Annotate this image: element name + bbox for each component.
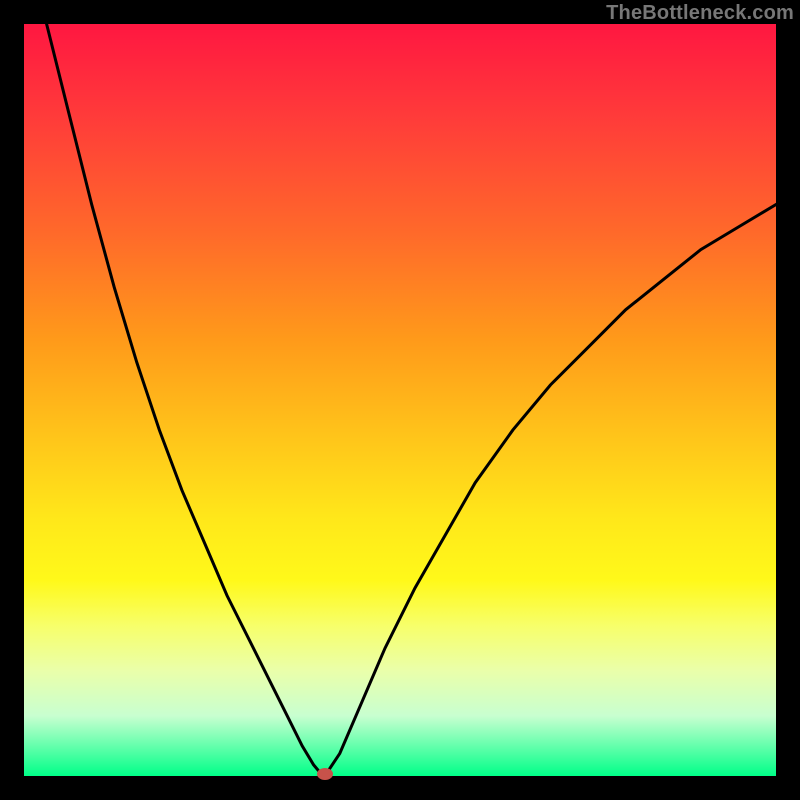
curve-layer (24, 24, 776, 776)
minimum-marker (317, 768, 333, 780)
watermark-text: TheBottleneck.com (606, 2, 794, 25)
chart-frame: TheBottleneck.com (0, 0, 800, 800)
bottleneck-curve (47, 24, 776, 776)
